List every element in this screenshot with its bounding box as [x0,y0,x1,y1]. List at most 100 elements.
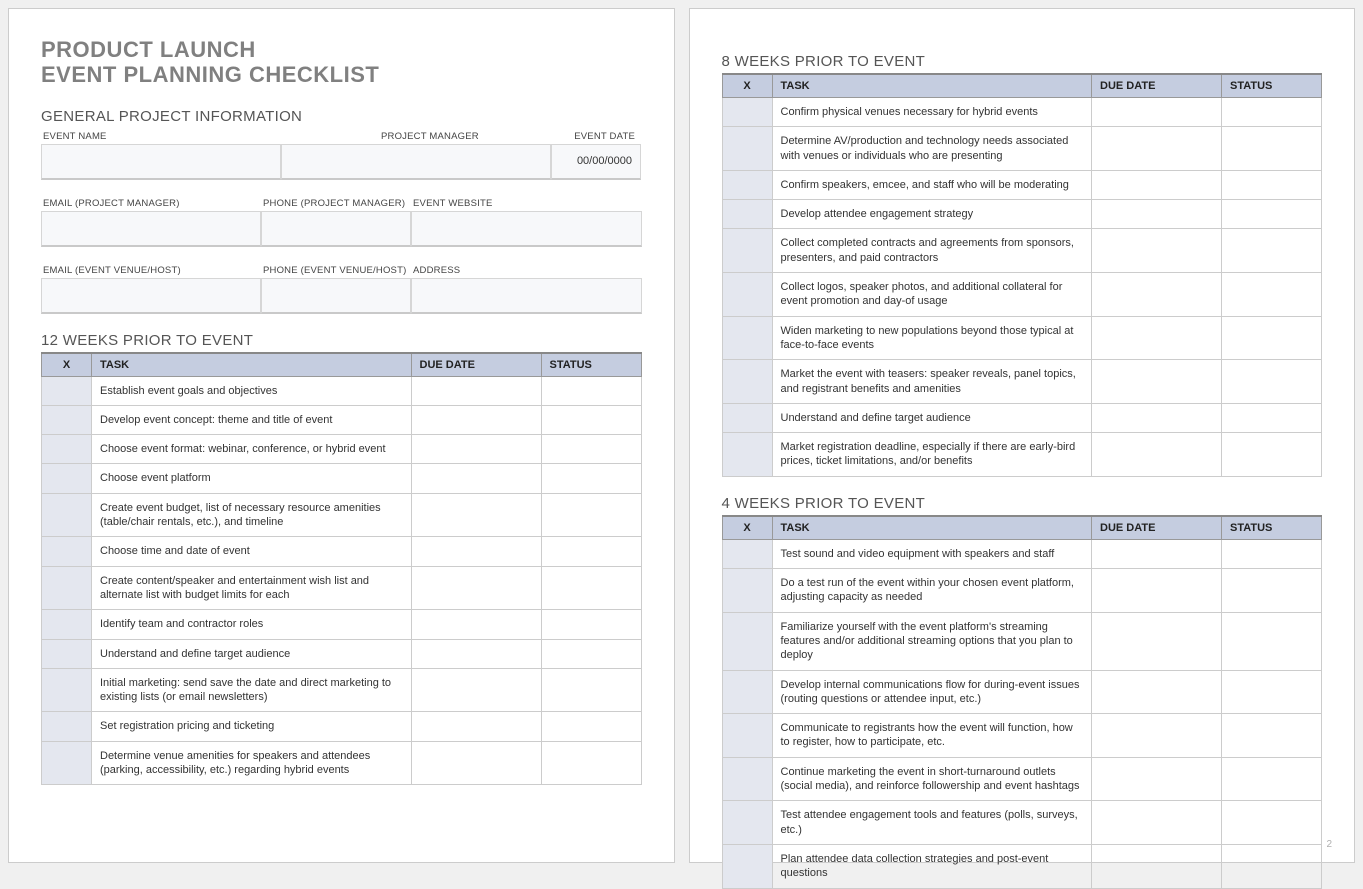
due-cell[interactable] [1092,98,1222,127]
check-cell[interactable] [722,360,772,404]
status-cell[interactable] [1222,316,1322,360]
check-cell[interactable] [722,433,772,477]
due-cell[interactable] [411,639,541,668]
due-cell[interactable] [1092,127,1222,171]
status-cell[interactable] [541,712,641,741]
status-cell[interactable] [1222,273,1322,317]
due-cell[interactable] [411,376,541,405]
check-cell[interactable] [42,435,92,464]
due-cell[interactable] [411,493,541,537]
field-event-date[interactable]: 00/00/0000 [551,144,641,180]
check-cell[interactable] [722,127,772,171]
status-cell[interactable] [1222,670,1322,714]
check-cell[interactable] [42,493,92,537]
due-cell[interactable] [411,435,541,464]
label-email-venue: EMAIL (EVENT VENUE/HOST) [41,263,261,278]
due-cell[interactable] [411,610,541,639]
due-cell[interactable] [1092,170,1222,199]
check-cell[interactable] [722,539,772,568]
field-phone-pm[interactable] [261,211,411,247]
status-cell[interactable] [541,668,641,712]
due-cell[interactable] [411,668,541,712]
due-cell[interactable] [1092,403,1222,432]
due-cell[interactable] [411,537,541,566]
status-cell[interactable] [1222,360,1322,404]
check-cell[interactable] [722,98,772,127]
check-cell[interactable] [722,801,772,845]
check-cell[interactable] [722,844,772,888]
check-cell[interactable] [722,273,772,317]
due-cell[interactable] [411,566,541,610]
due-cell[interactable] [411,741,541,785]
status-cell[interactable] [1222,200,1322,229]
check-cell[interactable] [722,170,772,199]
status-cell[interactable] [1222,98,1322,127]
status-cell[interactable] [541,464,641,493]
due-cell[interactable] [411,464,541,493]
due-cell[interactable] [1092,714,1222,758]
status-cell[interactable] [1222,569,1322,613]
due-cell[interactable] [1092,670,1222,714]
due-cell[interactable] [1092,569,1222,613]
check-cell[interactable] [42,566,92,610]
due-cell[interactable] [1092,200,1222,229]
status-cell[interactable] [541,741,641,785]
check-cell[interactable] [722,670,772,714]
status-cell[interactable] [1222,612,1322,670]
due-cell[interactable] [411,405,541,434]
check-cell[interactable] [42,741,92,785]
field-project-manager[interactable] [281,144,551,180]
status-cell[interactable] [1222,229,1322,273]
status-cell[interactable] [1222,403,1322,432]
status-cell[interactable] [1222,714,1322,758]
check-cell[interactable] [42,668,92,712]
field-email-pm[interactable] [41,211,261,247]
status-cell[interactable] [1222,757,1322,801]
due-cell[interactable] [1092,612,1222,670]
status-cell[interactable] [1222,170,1322,199]
due-cell[interactable] [1092,433,1222,477]
check-cell[interactable] [42,712,92,741]
field-event-website[interactable] [411,211,642,247]
status-cell[interactable] [1222,844,1322,888]
due-cell[interactable] [1092,757,1222,801]
due-cell[interactable] [1092,539,1222,568]
status-cell[interactable] [541,537,641,566]
check-cell[interactable] [722,757,772,801]
status-cell[interactable] [1222,127,1322,171]
field-email-venue[interactable] [41,278,261,314]
due-cell[interactable] [1092,844,1222,888]
field-event-name[interactable] [41,144,281,180]
status-cell[interactable] [541,405,641,434]
check-cell[interactable] [722,569,772,613]
check-cell[interactable] [42,610,92,639]
check-cell[interactable] [722,229,772,273]
due-cell[interactable] [1092,273,1222,317]
status-cell[interactable] [1222,801,1322,845]
field-address[interactable] [411,278,642,314]
check-cell[interactable] [42,537,92,566]
status-cell[interactable] [541,610,641,639]
check-cell[interactable] [722,316,772,360]
check-cell[interactable] [42,405,92,434]
check-cell[interactable] [42,464,92,493]
check-cell[interactable] [722,403,772,432]
check-cell[interactable] [42,639,92,668]
check-cell[interactable] [722,714,772,758]
status-cell[interactable] [541,376,641,405]
due-cell[interactable] [411,712,541,741]
due-cell[interactable] [1092,229,1222,273]
due-cell[interactable] [1092,316,1222,360]
field-phone-venue[interactable] [261,278,411,314]
due-cell[interactable] [1092,801,1222,845]
status-cell[interactable] [541,493,641,537]
check-cell[interactable] [42,376,92,405]
status-cell[interactable] [541,639,641,668]
status-cell[interactable] [1222,539,1322,568]
due-cell[interactable] [1092,360,1222,404]
check-cell[interactable] [722,612,772,670]
status-cell[interactable] [541,566,641,610]
check-cell[interactable] [722,200,772,229]
status-cell[interactable] [541,435,641,464]
status-cell[interactable] [1222,433,1322,477]
